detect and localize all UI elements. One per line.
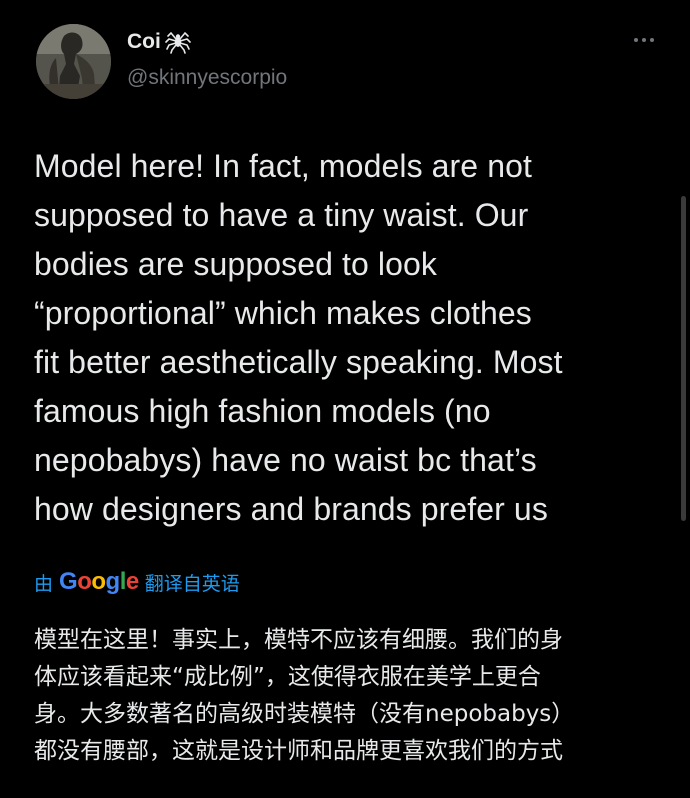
translated-text: 模型在这里！事实上，模特不应该有细腰。我们的身 体应该看起来“成比例”，这使得衣… [34, 622, 664, 770]
avatar[interactable] [36, 24, 111, 99]
tweet-text-line: how designers and brands prefer us [34, 491, 548, 527]
translation-attribution[interactable]: 由 Google 翻译自英语 [34, 568, 240, 596]
tweet-text-line: fit better aesthetically speaking. Most [34, 344, 563, 380]
tweet-text-line: bodies are supposed to look [34, 246, 437, 282]
translated-text-line: 模型在这里！事实上，模特不应该有细腰。我们的身 [34, 627, 563, 653]
translated-text-line: 都没有腰部，这就是设计师和品牌更喜欢我们的方式 [34, 738, 563, 764]
tweet-text-line: Model here! In fact, models are not [34, 148, 532, 184]
translation-prefix: 由 [34, 572, 54, 595]
tweet-text-line: nepobabys) have no waist bc that’s [34, 442, 537, 478]
display-name[interactable]: Coi [127, 30, 161, 54]
author-name-row[interactable]: Coi [127, 30, 191, 54]
avatar-image [36, 24, 111, 99]
spider-icon [165, 30, 191, 54]
translation-suffix: 翻译自英语 [144, 572, 240, 595]
more-horizontal-icon[interactable] [634, 38, 654, 42]
author-handle[interactable]: @skinnyescorpio [127, 66, 287, 90]
google-logo-letter: e [125, 568, 139, 595]
google-logo-letter: o [91, 568, 106, 595]
tweet-text: Model here! In fact, models are not supp… [34, 142, 654, 534]
google-logo: Google [59, 568, 139, 596]
google-logo-letter: o [77, 568, 92, 595]
scrollbar[interactable] [681, 196, 686, 521]
google-logo-letter: g [105, 568, 121, 595]
google-logo-letter: G [59, 568, 78, 595]
translated-text-line: 身。大多数著名的高级时装模特（没有nepobabys） [34, 701, 575, 727]
tweet-text-line: supposed to have a tiny waist. Our [34, 197, 529, 233]
tweet-text-line: “proportional” which makes clothes [34, 295, 532, 331]
tweet-text-line: famous high fashion models (no [34, 393, 491, 429]
tweet: Coi @skinnyescorpio Model here! In fact,… [0, 0, 690, 798]
translated-text-line: 体应该看起来“成比例”，这使得衣服在美学上更合 [34, 664, 541, 690]
